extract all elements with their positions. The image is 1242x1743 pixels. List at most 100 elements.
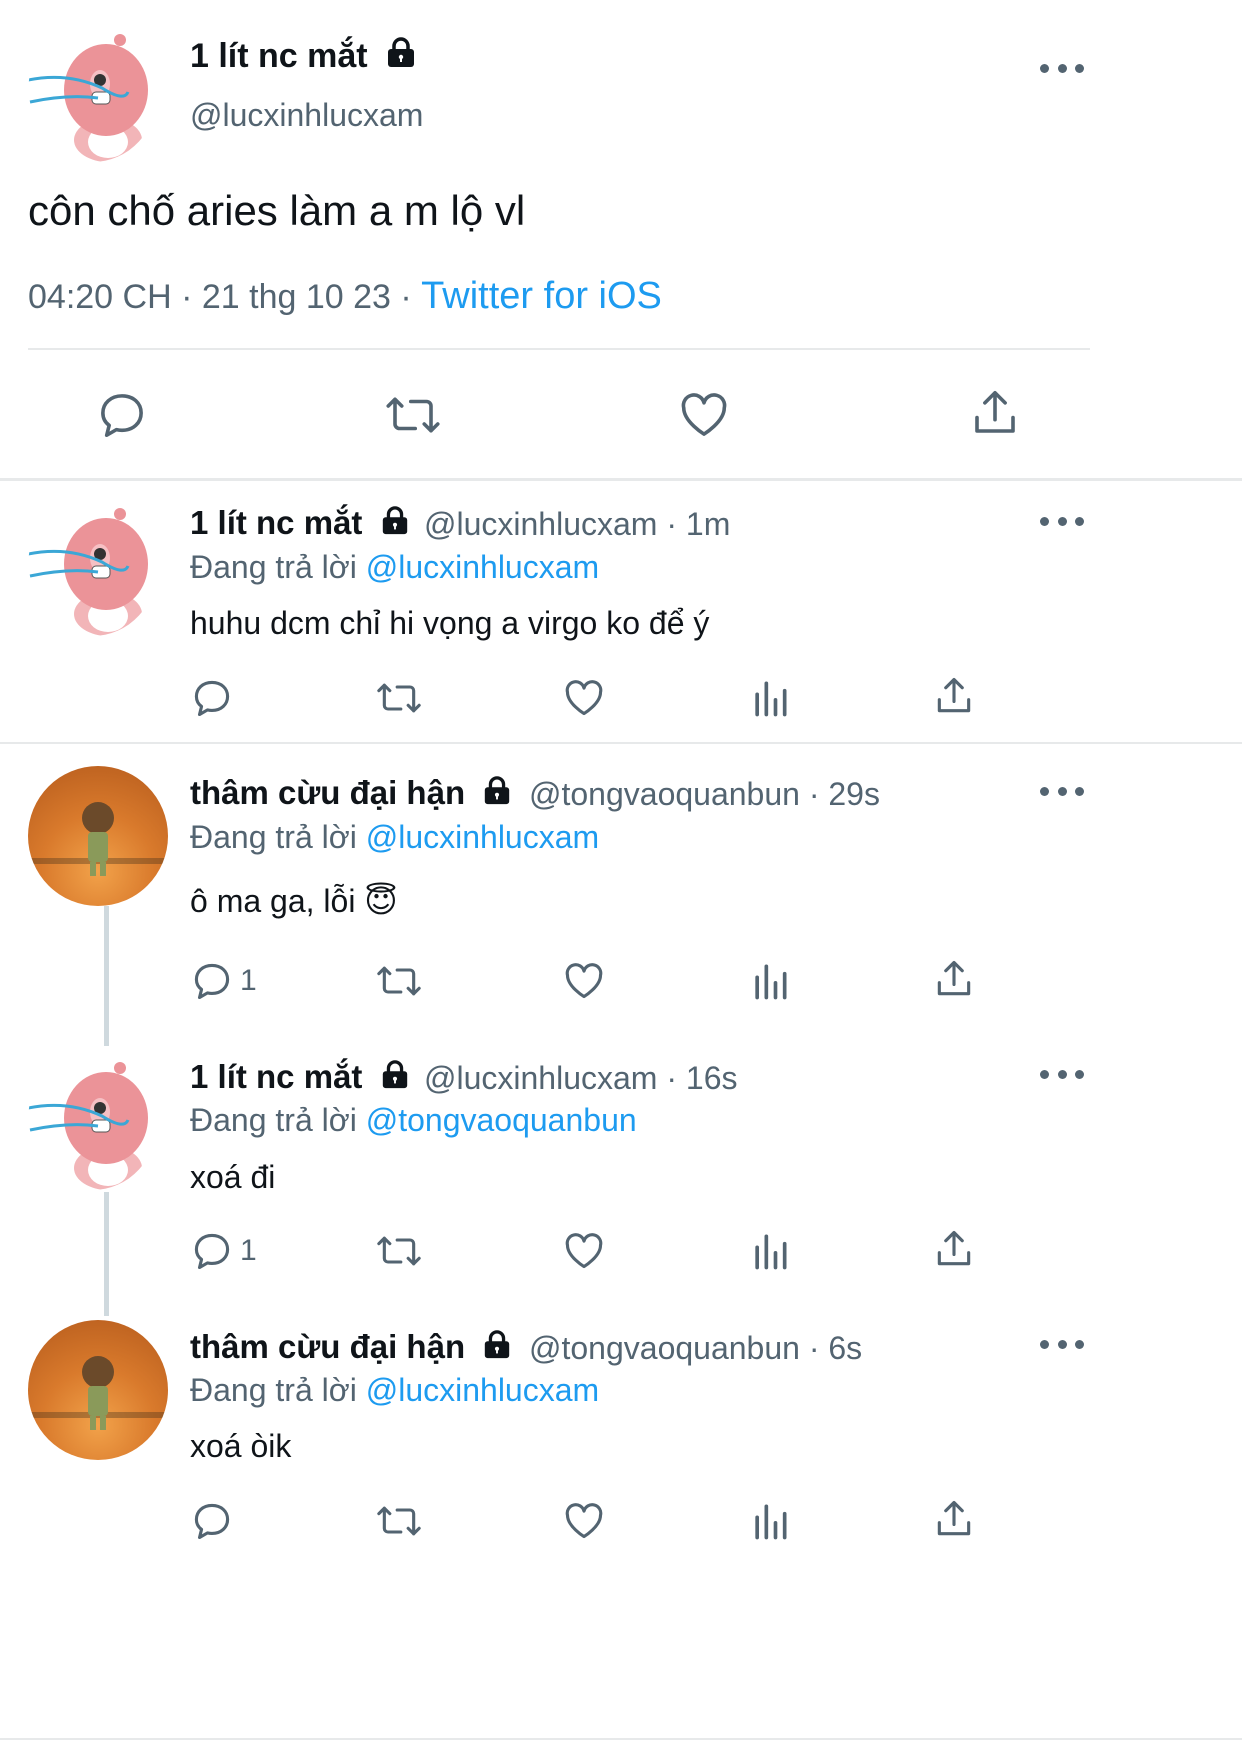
replying-to-label: Đang trả lời <box>190 1372 357 1408</box>
tweet-date: 21 thg 10 23 <box>201 278 391 316</box>
retweet-button[interactable] <box>374 1229 424 1273</box>
share-button[interactable] <box>968 386 1022 440</box>
speech-bubble-icon <box>194 963 230 1000</box>
share-upload-icon <box>937 1500 971 1536</box>
reply-author[interactable]: 1 lít nc mắt <box>190 1056 410 1100</box>
share-button[interactable] <box>932 1227 976 1271</box>
heart-icon <box>565 1233 603 1269</box>
analytics-button[interactable] <box>748 959 792 1003</box>
avatar-lucxinhlucxam[interactable] <box>28 22 158 162</box>
heart-icon <box>681 393 727 436</box>
replying-to: Đang trả lời @lucxinhlucxam <box>190 1369 599 1411</box>
tweet-source-link[interactable]: Twitter for iOS <box>421 275 662 317</box>
analytics-button[interactable] <box>748 676 792 720</box>
thread-line <box>104 1192 109 1316</box>
share-button[interactable] <box>932 957 976 1001</box>
like-button[interactable] <box>562 1499 606 1543</box>
replying-to-link[interactable]: @tongvaoquanbun <box>366 1102 637 1138</box>
more-options-icon[interactable] <box>1040 1334 1084 1354</box>
lock-icon <box>380 504 410 546</box>
reply-text: xoá đi <box>190 1159 276 1195</box>
reply-author-name: thâm cừu đại hận <box>190 1328 466 1365</box>
heart-icon <box>565 680 603 716</box>
reply-author[interactable]: thâm cừu đại hận <box>190 772 512 816</box>
tweet-time: 04:20 CH <box>28 278 172 316</box>
avatar-tongvaoquanbun[interactable] <box>28 766 168 906</box>
retweet-button[interactable] <box>374 676 424 720</box>
meta-separator: · <box>181 278 193 316</box>
reply-handle-time[interactable]: @lucxinhlucxam · 16s <box>424 1057 737 1099</box>
reply-author-name: 1 lít nc mắt <box>190 504 363 541</box>
replying-to-link[interactable]: @lucxinhlucxam <box>366 819 599 855</box>
more-options-icon[interactable] <box>1040 58 1084 78</box>
analytics-button[interactable] <box>748 1499 792 1543</box>
reply-button[interactable]: 1 <box>190 1229 257 1273</box>
like-button[interactable] <box>562 1229 606 1273</box>
share-button[interactable] <box>932 674 976 718</box>
reply-author[interactable]: 1 lít nc mắt <box>190 502 410 546</box>
lock-icon <box>482 774 512 816</box>
reply-author-name: 1 lít nc mắt <box>190 1058 363 1095</box>
reply-button[interactable] <box>95 388 149 442</box>
avatar-lucxinhlucxam[interactable] <box>28 496 158 636</box>
retweet-arrows-icon <box>377 1506 421 1536</box>
share-upload-icon <box>937 960 971 996</box>
retweet-arrows-icon <box>377 683 421 713</box>
reply-handle-time[interactable]: @tongvaoquanbun · 29s <box>529 773 880 815</box>
like-button[interactable] <box>677 388 731 442</box>
avatar-lucxinhlucxam[interactable] <box>28 1050 158 1190</box>
replying-to: Đang trả lời @lucxinhlucxam <box>190 546 599 588</box>
reply-count: 1 <box>240 1234 257 1267</box>
avatar-tongvaoquanbun[interactable] <box>28 1320 168 1460</box>
bar-chart-icon <box>755 1234 787 1270</box>
replying-to-label: Đang trả lời <box>190 549 357 585</box>
reply-count: 1 <box>240 964 257 997</box>
speech-bubble-icon <box>101 394 143 438</box>
like-button[interactable] <box>562 676 606 720</box>
bar-chart-icon <box>755 681 787 717</box>
replying-to-link[interactable]: @lucxinhlucxam <box>366 1372 599 1408</box>
speech-bubble-icon <box>194 1233 230 1270</box>
author-handle[interactable]: @lucxinhlucxam <box>190 95 423 135</box>
more-options-icon[interactable] <box>1040 781 1084 801</box>
replying-to-link[interactable]: @lucxinhlucxam <box>366 549 599 585</box>
author-name[interactable]: 1 lít nc mắt <box>190 35 417 79</box>
divider <box>0 478 1242 481</box>
speech-bubble-icon <box>194 1503 230 1540</box>
replying-to: Đang trả lời @tongvaoquanbun <box>190 1099 637 1141</box>
reply-handle-time[interactable]: @lucxinhlucxam · 1m <box>424 503 730 545</box>
share-upload-icon <box>937 677 971 713</box>
tweet-meta: 04:20 CH · 21 thg 10 23 · Twitter for iO… <box>28 275 662 318</box>
like-button[interactable] <box>562 959 606 1003</box>
retweet-button[interactable] <box>374 1499 424 1543</box>
reply-button[interactable]: 1 <box>190 959 257 1003</box>
meta-separator: · <box>400 278 412 316</box>
lock-icon <box>482 1328 512 1370</box>
tweet-text: côn chố aries làm a m lộ vl <box>28 187 526 234</box>
reply-text: huhu dcm chỉ hi vọng a virgo ko để ý <box>190 605 710 641</box>
reply-handle-time[interactable]: @tongvaoquanbun · 6s <box>529 1327 862 1369</box>
speech-bubble-icon <box>194 680 230 717</box>
retweet-arrows-icon <box>377 1236 421 1266</box>
retweet-arrows-icon <box>386 397 440 433</box>
bar-chart-icon <box>755 964 787 1000</box>
more-options-icon[interactable] <box>1040 1064 1084 1084</box>
divider <box>0 742 1242 744</box>
reply-text: xoá òik <box>190 1428 292 1464</box>
analytics-button[interactable] <box>748 1229 792 1273</box>
reply-author-name: thâm cừu đại hận <box>190 774 466 811</box>
lock-icon <box>385 37 417 79</box>
heart-icon <box>565 1503 603 1539</box>
retweet-button[interactable] <box>374 959 424 1003</box>
reply-author[interactable]: thâm cừu đại hận <box>190 1326 512 1370</box>
reply-button[interactable] <box>190 1499 240 1543</box>
reply-text: ô ma ga, lỗi 😇 <box>190 883 398 919</box>
replying-to: Đang trả lời @lucxinhlucxam <box>190 816 599 858</box>
divider <box>28 348 1090 350</box>
more-options-icon[interactable] <box>1040 511 1084 531</box>
thread-line <box>104 906 109 1046</box>
replying-to-label: Đang trả lời <box>190 819 357 855</box>
share-button[interactable] <box>932 1497 976 1541</box>
reply-button[interactable] <box>190 676 240 720</box>
retweet-button[interactable] <box>383 388 443 442</box>
